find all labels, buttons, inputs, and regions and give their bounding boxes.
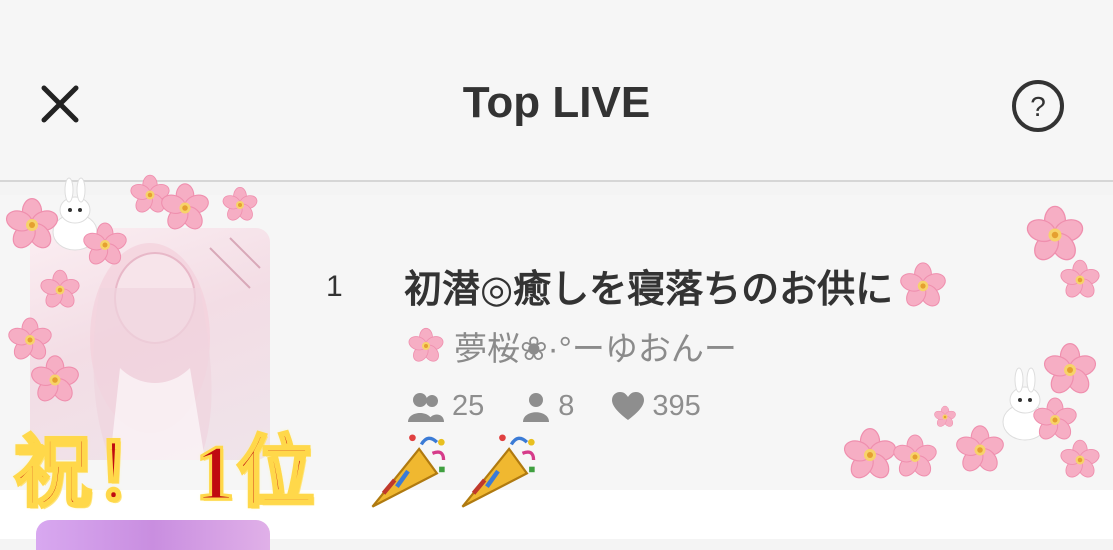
viewers-icon [408, 392, 444, 422]
celebration-banner: 祝！ 1位 [13, 428, 317, 518]
viewers-count: 25 [452, 390, 485, 422]
likes-count: 395 [652, 390, 701, 422]
heart-icon [612, 391, 645, 420]
viewers-stat: 25 [408, 390, 484, 423]
streamer-name-text: 夢桜❀·°ーゆおんー [454, 330, 737, 367]
listeners-count: 8 [558, 390, 575, 422]
cherry-blossom-icon [406, 327, 446, 365]
rank-number: 1 [326, 270, 343, 303]
streamer-name[interactable]: 夢桜❀·°ーゆおんー [404, 322, 737, 370]
likes-stat: 395 [612, 390, 701, 423]
top-bar: Top LIVE ? [0, 0, 1113, 182]
live-title: 初潜◎癒しを寝落ちのお供に [404, 258, 949, 313]
person-icon [523, 392, 550, 422]
help-icon: ? [1012, 80, 1064, 132]
stream-stats: 25 8 395 [408, 390, 739, 423]
listeners-stat: 8 [522, 390, 574, 423]
help-button[interactable]: ? [1010, 78, 1066, 134]
cherry-blossom-icon [898, 261, 949, 310]
page-title: Top LIVE [462, 78, 651, 127]
next-row-thumbnail[interactable] [36, 520, 270, 550]
live-title-text: 初潜◎癒しを寝落ちのお供に [404, 269, 894, 311]
svg-text:?: ? [1030, 91, 1046, 122]
